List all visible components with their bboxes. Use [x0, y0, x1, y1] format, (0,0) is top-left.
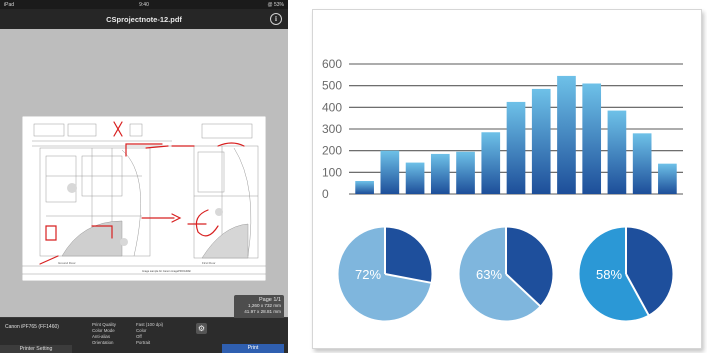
battery-status: @ 53% [267, 2, 284, 8]
plan-caption: Image sample for Canon imagePROGRAF [142, 269, 191, 273]
setting-label: Anti-alias [92, 334, 111, 339]
printer-setting-button[interactable]: Printer Setting [0, 345, 72, 353]
page-info-overlay: Page 1/1 1,260 x 732 mm 41.97 x 28.81 mm [234, 295, 284, 319]
setting-label: Color Mode [92, 328, 115, 333]
setting-value: Portrait [136, 340, 151, 345]
pie-charts: 72% 63% 58% [337, 226, 674, 322]
bar [531, 88, 551, 194]
nav-bar: CSprojectnote-12.pdf i [0, 9, 288, 29]
setting-orientation[interactable]: Orientation Portrait [92, 340, 202, 345]
document-title: CSprojectnote-12.pdf [106, 15, 182, 24]
print-preview: Ground Floor First Floor Image sample fo… [0, 29, 288, 317]
bar [632, 133, 652, 194]
setting-anti-alias[interactable]: Anti-alias Off [92, 334, 202, 339]
ipad-print-screen: iPad 9:40 @ 53% CSprojectnote-12.pdf i G… [0, 0, 288, 353]
printer-name[interactable]: Canon iPF765 (FF1460) [5, 324, 59, 330]
pie-percent-label: 72% [355, 267, 381, 282]
bar [607, 110, 627, 194]
bar [557, 75, 576, 194]
floor-plan-preview[interactable]: Ground Floor First Floor Image sample fo… [22, 116, 266, 281]
bar [380, 150, 400, 194]
setting-value: Off [136, 334, 142, 339]
y-tick-label: 500 [322, 79, 342, 93]
bar [582, 83, 602, 194]
gear-icon[interactable]: ⚙ [196, 323, 207, 334]
page-count: Page 1/1 [258, 297, 281, 303]
bar [405, 162, 425, 194]
status-time: 9:40 [139, 2, 149, 8]
pie-percent-label: 58% [596, 267, 622, 282]
y-tick-label: 100 [322, 165, 342, 179]
bar [658, 163, 677, 194]
y-tick-label: 0 [322, 187, 329, 201]
y-tick-label: 600 [322, 57, 342, 71]
bar [481, 132, 501, 194]
bar [506, 101, 526, 194]
setting-label: Orientation [92, 340, 114, 345]
bar [430, 153, 450, 194]
bar [456, 151, 475, 194]
setting-color-mode[interactable]: Color Mode Color [92, 328, 202, 333]
plan-label-right: First Floor [202, 261, 216, 265]
info-icon[interactable]: i [270, 13, 282, 25]
setting-value: Fast (100 dpi) [136, 322, 164, 327]
infographic-card: 0 100 200 300 400 500 600 72% 63% 58% [312, 9, 702, 349]
infographic-svg: 0 100 200 300 400 500 600 72% 63% 58% [322, 57, 683, 322]
pie-percent-label: 63% [476, 267, 502, 282]
print-button[interactable]: Print [222, 344, 284, 353]
bar-series [355, 75, 677, 194]
setting-print-quality[interactable]: Print Quality Fast (100 dpi) [92, 322, 202, 327]
y-axis-ticks: 0 100 200 300 400 500 600 [322, 57, 342, 201]
y-tick-label: 400 [322, 100, 342, 114]
setting-value: Color [136, 328, 147, 333]
page-size-alt: 41.97 x 28.81 mm [244, 309, 281, 314]
y-tick-label: 200 [322, 144, 342, 158]
setting-label: Print Quality [92, 322, 116, 327]
plan-label-left: Ground Floor [58, 261, 76, 265]
y-tick-label: 300 [322, 122, 342, 136]
status-bar: iPad 9:40 @ 53% [0, 0, 288, 9]
bar [355, 181, 374, 194]
